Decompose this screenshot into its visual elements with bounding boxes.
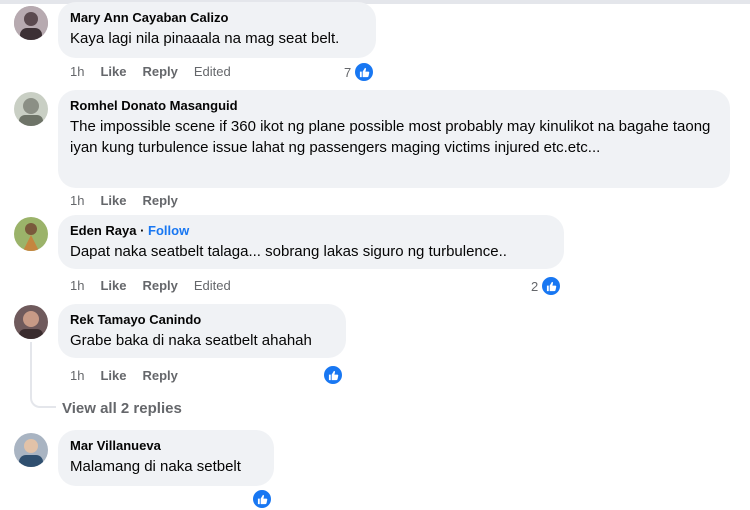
comment-bubble: Rek Tamayo Canindo Grabe baka di naka se… xyxy=(58,304,346,358)
like-button[interactable]: Like xyxy=(100,193,126,209)
comment-actions: 1h Like Reply xyxy=(70,193,194,209)
thumbs-up-icon xyxy=(353,61,376,83)
reaction-count[interactable]: 7 xyxy=(344,61,376,83)
view-replies-link[interactable]: View all 2 replies xyxy=(62,400,182,417)
comment-bubble: Mar Villanueva Malamang di naka setbelt xyxy=(58,430,274,486)
comment-bubble: Eden Raya · Follow Dapat naka seatbelt t… xyxy=(58,215,564,269)
edited-label: Edited xyxy=(193,64,231,79)
like-button[interactable]: Like xyxy=(100,64,126,80)
reply-thread-connector xyxy=(30,372,56,408)
reaction-count[interactable] xyxy=(251,488,273,510)
comment-author[interactable]: Mary Ann Cayaban Calizo xyxy=(70,10,364,26)
comment-author[interactable]: Mar Villanueva xyxy=(70,438,262,454)
comment-time[interactable]: 1h xyxy=(70,278,84,294)
thumbs-up-icon xyxy=(322,364,344,386)
comment-author[interactable]: Romhel Donato Masanguid xyxy=(70,98,718,114)
comment-bubble: Romhel Donato Masanguid The impossible s… xyxy=(58,90,730,188)
comment-text: Malamang di naka setbelt xyxy=(70,458,241,475)
comment-author: Eden Raya · Follow xyxy=(70,223,552,239)
comment-time[interactable]: 1h xyxy=(70,368,84,384)
reaction-number: 2 xyxy=(531,278,539,294)
thumbs-up-icon xyxy=(251,488,273,510)
reply-button[interactable]: Reply xyxy=(142,193,177,209)
comment-actions: 1h Like Reply Edited xyxy=(70,64,247,80)
comment-author[interactable]: Rek Tamayo Canindo xyxy=(70,312,334,328)
follow-button[interactable]: Follow xyxy=(148,223,189,238)
profile-photo xyxy=(14,305,48,339)
avatar[interactable] xyxy=(14,6,48,40)
comment-actions: 1h Like Reply Edited xyxy=(70,278,247,294)
profile-photo xyxy=(14,6,48,40)
author-name[interactable]: Eden Raya xyxy=(70,223,136,238)
comment-text: Kaya lagi nila pinaaala na mag seat belt… xyxy=(70,30,340,47)
separator-dot: · xyxy=(136,223,149,238)
avatar[interactable] xyxy=(14,217,48,251)
avatar[interactable] xyxy=(14,305,48,339)
profile-photo xyxy=(14,92,48,126)
avatar[interactable] xyxy=(14,92,48,126)
comment-time[interactable]: 1h xyxy=(70,64,84,80)
reply-button[interactable]: Reply xyxy=(142,278,177,294)
comment-text: The impossible scene if 360 ikot ng plan… xyxy=(70,118,711,156)
reaction-count[interactable] xyxy=(322,364,344,386)
reply-thread-line xyxy=(30,342,32,374)
profile-photo xyxy=(14,217,48,251)
reply-button[interactable]: Reply xyxy=(142,64,177,80)
comment-time[interactable]: 1h xyxy=(70,193,84,209)
thumbs-up-icon xyxy=(540,275,563,297)
like-button[interactable]: Like xyxy=(100,368,126,384)
avatar[interactable] xyxy=(14,433,48,467)
like-button[interactable]: Like xyxy=(100,278,126,294)
reply-button[interactable]: Reply xyxy=(142,368,177,384)
reaction-number: 7 xyxy=(344,64,352,80)
reaction-count[interactable]: 2 xyxy=(531,275,563,297)
comment-text: Grabe baka di naka seatbelt ahahah xyxy=(70,332,312,349)
profile-photo xyxy=(14,433,48,467)
comment-bubble: Mary Ann Cayaban Calizo Kaya lagi nila p… xyxy=(58,2,376,58)
comment-actions: 1h Like Reply xyxy=(70,368,194,384)
comment-text: Dapat naka seatbelt talaga... sobrang la… xyxy=(70,243,507,260)
edited-label: Edited xyxy=(193,278,231,293)
